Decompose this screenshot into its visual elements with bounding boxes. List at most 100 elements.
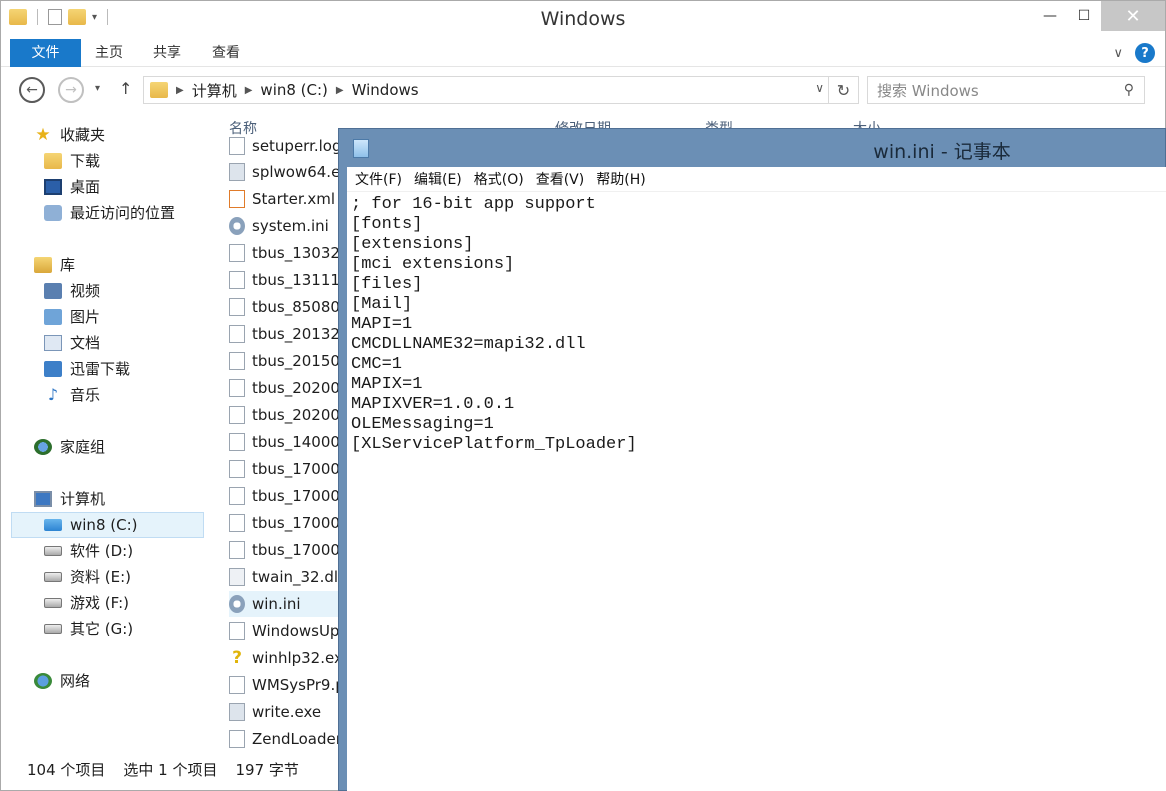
file-row[interactable]: tbus_20200: [229, 375, 349, 401]
nav-label: 库: [60, 256, 76, 274]
menu-help[interactable]: 帮助(H): [590, 169, 651, 189]
expand-ribbon-icon[interactable]: ∨: [1113, 46, 1123, 61]
menu-format[interactable]: 格式(O): [468, 169, 530, 189]
notepad-menu-bar: 文件(F) 编辑(E) 格式(O) 查看(V) 帮助(H): [347, 167, 1166, 192]
library-icon: [34, 256, 52, 273]
file-row[interactable]: tbus_20150: [229, 348, 349, 374]
nav-item-videos[interactable]: 视频: [44, 280, 100, 301]
address-bar[interactable]: ▶ 计算机 ▶ win8 (C:) ▶ Windows ∨ ↻: [143, 76, 859, 104]
file-name: twain_32.dll: [252, 568, 343, 586]
nav-item-drive-c[interactable]: win8 (C:): [11, 512, 204, 538]
tab-file[interactable]: 文件: [10, 39, 81, 67]
refresh-icon[interactable]: ↻: [828, 77, 858, 103]
breadcrumb-computer[interactable]: 计算机: [192, 80, 237, 101]
notepad-text-area[interactable]: ; for 16-bit app support [fonts] [extens…: [351, 195, 1161, 785]
file-icon: [229, 460, 245, 478]
nav-item-drive-e[interactable]: 资料 (E:): [44, 566, 131, 587]
file-icon: [229, 433, 245, 451]
computer-icon: [34, 490, 52, 507]
drive-icon: [44, 597, 62, 608]
file-row[interactable]: tbus_17000: [229, 537, 349, 563]
file-row[interactable]: ? winhlp32.exe: [229, 645, 349, 671]
nav-label: 下载: [70, 152, 101, 170]
nav-item-music[interactable]: ♪ 音乐: [44, 384, 100, 405]
up-button[interactable]: ↑: [119, 79, 132, 98]
nav-item-recent[interactable]: 最近访问的位置: [44, 202, 175, 223]
breadcrumb-drive[interactable]: win8 (C:): [260, 81, 328, 99]
nav-network[interactable]: 网络: [34, 670, 90, 691]
nav-libraries[interactable]: 库: [34, 254, 75, 275]
file-row[interactable]: tbus_20132: [229, 321, 349, 347]
file-name: ZendLoader: [252, 730, 342, 748]
menu-view[interactable]: 查看(V): [530, 169, 591, 189]
nav-item-drive-f[interactable]: 游戏 (F:): [44, 592, 129, 613]
nav-favorites[interactable]: ★ 收藏夹: [34, 124, 105, 145]
menu-edit[interactable]: 编辑(E): [408, 169, 468, 189]
file-row[interactable]: WMSysPr9.p: [229, 672, 349, 698]
desktop-icon: [44, 178, 62, 195]
tab-home[interactable]: 主页: [81, 39, 137, 67]
file-row[interactable]: tbus_13111: [229, 267, 349, 293]
file-row[interactable]: ZendLoader: [229, 726, 349, 752]
nav-label: 软件 (D:): [70, 542, 134, 560]
address-row: ← → ▾ ↑ ▶ 计算机 ▶ win8 (C:) ▶ Windows ∨ ↻ …: [1, 73, 1165, 107]
nav-homegroup[interactable]: 家庭组: [34, 436, 105, 457]
file-icon: [229, 298, 245, 316]
windows-drive-icon: [44, 519, 62, 531]
file-row[interactable]: Starter.xml: [229, 186, 349, 212]
video-library-icon: [44, 282, 62, 299]
menu-file[interactable]: 文件(F): [349, 169, 408, 189]
file-name: setuperr.log: [252, 137, 342, 155]
file-row[interactable]: tbus_85080: [229, 294, 349, 320]
close-button[interactable]: ✕: [1101, 1, 1165, 31]
notepad-title-bar[interactable]: win.ini - 记事本: [339, 129, 1165, 167]
file-row[interactable]: splwow64.exe: [229, 159, 349, 185]
selection-count: 选中 1 个项目: [123, 760, 218, 779]
search-input[interactable]: 搜索 Windows ⚲: [867, 76, 1145, 104]
file-row-selected[interactable]: win.ini: [229, 591, 349, 617]
address-dropdown-icon[interactable]: ∨: [815, 81, 824, 95]
file-name: tbus_13111: [252, 271, 340, 289]
file-icon: [229, 730, 245, 748]
file-row[interactable]: tbus_13032: [229, 240, 349, 266]
breadcrumb-windows[interactable]: Windows: [352, 81, 419, 99]
nav-item-drive-d[interactable]: 软件 (D:): [44, 540, 133, 561]
search-icon[interactable]: ⚲: [1124, 82, 1134, 98]
nav-item-desktop[interactable]: 桌面: [44, 176, 100, 197]
breadcrumb-arrow-icon[interactable]: ▶: [176, 85, 184, 96]
file-row[interactable]: tbus_17000: [229, 510, 349, 536]
file-row[interactable]: tbus_20200: [229, 402, 349, 428]
breadcrumb-arrow-icon[interactable]: ▶: [245, 85, 253, 96]
file-row[interactable]: tbus_17000: [229, 483, 349, 509]
file-row[interactable]: setuperr.log: [229, 133, 349, 159]
tab-view[interactable]: 查看: [198, 39, 254, 67]
file-name: splwow64.exe: [252, 163, 349, 181]
file-row[interactable]: twain_32.dll: [229, 564, 349, 590]
file-row[interactable]: tbus_14000: [229, 429, 349, 455]
nav-label: 其它 (G:): [70, 620, 134, 638]
drive-icon: [44, 623, 62, 634]
nav-computer[interactable]: 计算机: [34, 488, 105, 509]
file-icon: [229, 244, 245, 262]
file-row[interactable]: tbus_17000: [229, 456, 349, 482]
nav-item-downloads[interactable]: 下载: [44, 150, 100, 171]
tab-share[interactable]: 共享: [139, 39, 195, 67]
breadcrumb-arrow-icon[interactable]: ▶: [336, 85, 344, 96]
back-button[interactable]: ←: [19, 77, 45, 103]
file-row[interactable]: system.ini: [229, 213, 349, 239]
nav-item-xunlei[interactable]: 迅雷下载: [44, 358, 130, 379]
recent-locations-icon[interactable]: ▾: [95, 83, 100, 94]
help-exe-icon: ?: [229, 649, 245, 667]
help-icon[interactable]: ?: [1135, 43, 1155, 63]
maximize-button[interactable]: ☐: [1067, 1, 1101, 31]
selection-size: 197 字节: [235, 760, 299, 779]
printer-exe-icon: [229, 163, 245, 181]
nav-item-documents[interactable]: 文档: [44, 332, 100, 353]
file-row[interactable]: write.exe: [229, 699, 349, 725]
forward-button[interactable]: →: [58, 77, 84, 103]
minimize-button[interactable]: —: [1033, 1, 1067, 31]
nav-item-pictures[interactable]: 图片: [44, 306, 100, 327]
file-row[interactable]: WindowsUp: [229, 618, 349, 644]
file-icon: [229, 514, 245, 532]
nav-item-drive-g[interactable]: 其它 (G:): [44, 618, 133, 639]
